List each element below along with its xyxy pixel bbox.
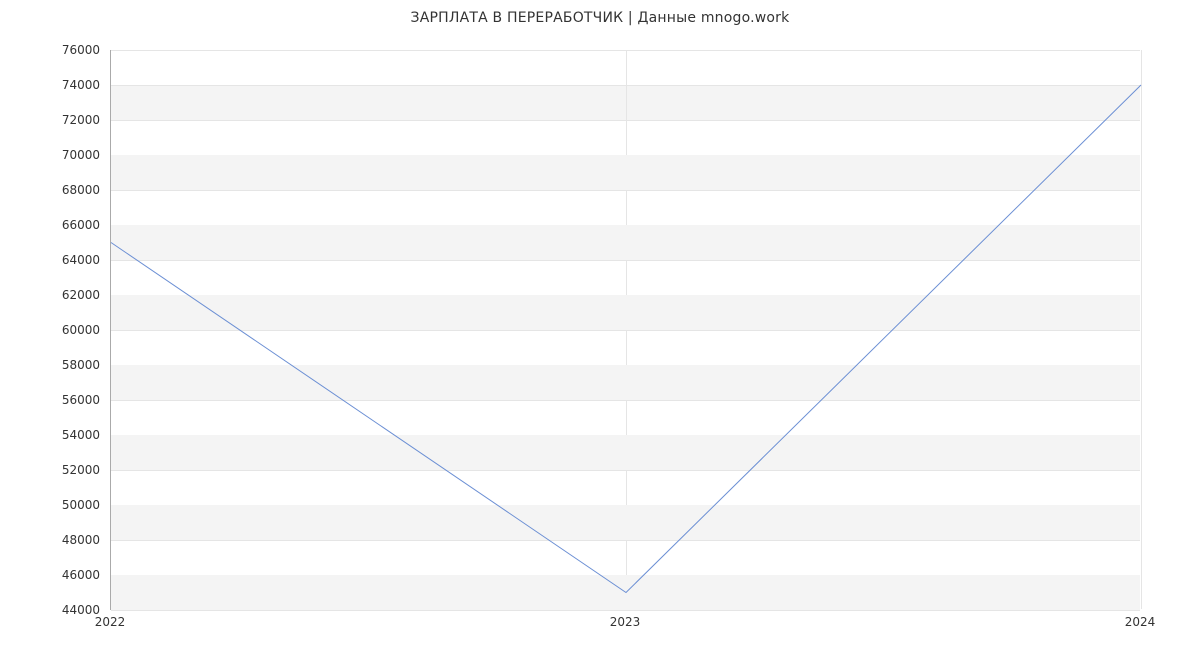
y-tick-label: 70000 bbox=[50, 148, 100, 162]
y-tick-label: 68000 bbox=[50, 183, 100, 197]
y-tick-label: 44000 bbox=[50, 603, 100, 617]
y-tick-label: 48000 bbox=[50, 533, 100, 547]
y-tick-label: 76000 bbox=[50, 43, 100, 57]
y-tick-label: 56000 bbox=[50, 393, 100, 407]
y-tick-label: 62000 bbox=[50, 288, 100, 302]
y-tick-label: 54000 bbox=[50, 428, 100, 442]
y-tick-label: 50000 bbox=[50, 498, 100, 512]
line-chart: ЗАРПЛАТА В ПЕРЕРАБОТЧИК | Данные mnogo.w… bbox=[0, 0, 1200, 650]
y-tick-label: 52000 bbox=[50, 463, 100, 477]
y-tick-label: 58000 bbox=[50, 358, 100, 372]
series-svg bbox=[111, 50, 1141, 610]
x-gridline bbox=[1141, 50, 1142, 609]
y-gridline bbox=[111, 610, 1140, 611]
y-tick-label: 72000 bbox=[50, 113, 100, 127]
y-tick-label: 74000 bbox=[50, 78, 100, 92]
x-tick-label: 2023 bbox=[610, 615, 641, 629]
x-tick-label: 2024 bbox=[1125, 615, 1156, 629]
y-tick-label: 60000 bbox=[50, 323, 100, 337]
y-tick-label: 66000 bbox=[50, 218, 100, 232]
y-tick-label: 46000 bbox=[50, 568, 100, 582]
chart-title: ЗАРПЛАТА В ПЕРЕРАБОТЧИК | Данные mnogo.w… bbox=[0, 10, 1200, 26]
plot-area bbox=[110, 50, 1140, 610]
y-tick-label: 64000 bbox=[50, 253, 100, 267]
series-line bbox=[111, 85, 1141, 593]
x-tick-label: 2022 bbox=[95, 615, 126, 629]
